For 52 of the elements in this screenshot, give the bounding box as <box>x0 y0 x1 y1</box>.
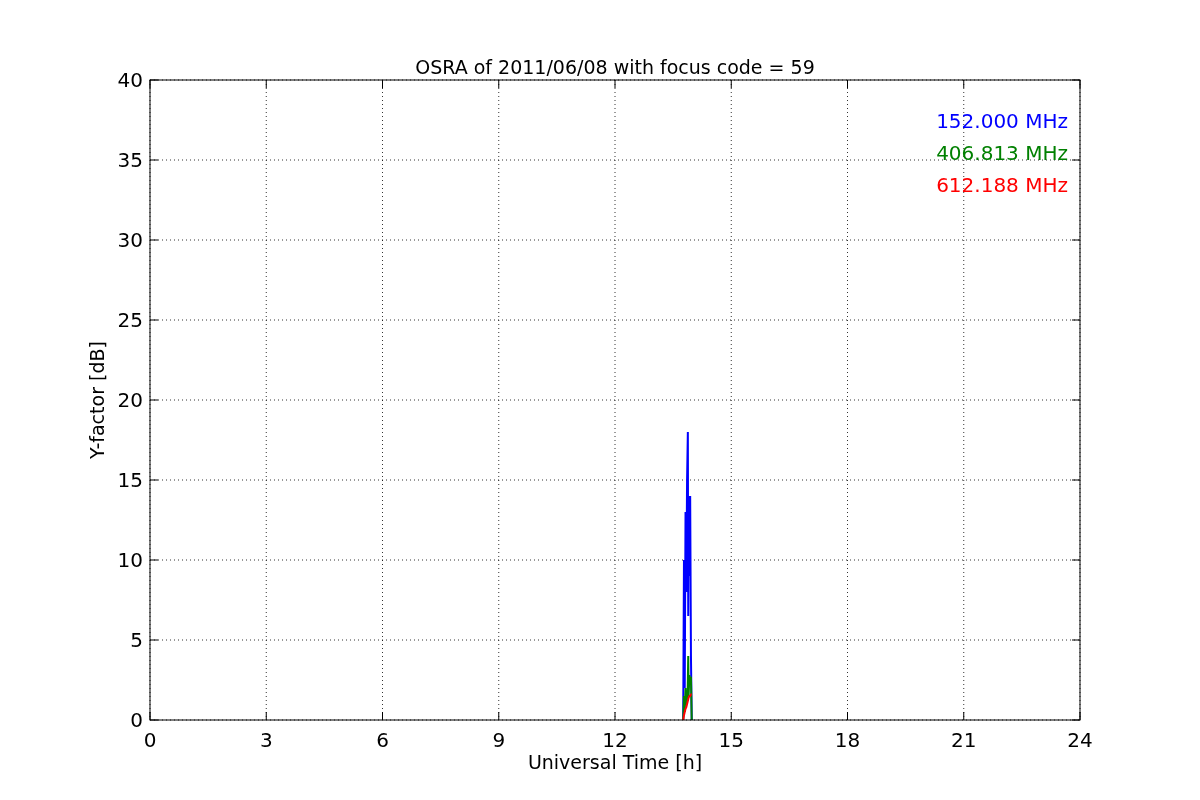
tick-mark <box>1071 639 1081 641</box>
tick-mark <box>498 711 500 721</box>
tick-mark <box>149 639 159 641</box>
chart-title: OSRA of 2011/06/08 with focus code = 59 <box>415 56 815 78</box>
y-tick-label: 35 <box>117 148 143 172</box>
x-tick-label: 6 <box>376 728 389 752</box>
legend-label: 612.188 MHz <box>936 173 1068 197</box>
x-tick-label: 0 <box>143 728 157 752</box>
tick-mark <box>614 79 616 89</box>
x-tick-label: 15 <box>718 728 744 752</box>
y-tick-label: 40 <box>117 68 143 92</box>
tick-mark <box>265 79 267 89</box>
y-tick-label: 10 <box>117 548 143 572</box>
y-tick-label: 0 <box>130 708 143 732</box>
tick-mark <box>149 239 159 241</box>
tick-mark <box>1071 479 1081 481</box>
tick-mark <box>382 79 383 89</box>
tick-mark <box>149 559 159 561</box>
tick-mark <box>963 711 965 721</box>
x-tick-label: 9 <box>492 728 506 752</box>
x-tick-label: 18 <box>834 728 861 752</box>
tick-mark <box>1071 239 1081 241</box>
tick-mark <box>730 79 732 89</box>
tick-mark <box>265 711 267 721</box>
y-tick-label: 25 <box>117 308 143 332</box>
tick-mark <box>847 711 848 721</box>
tick-mark <box>1071 159 1081 161</box>
tick-mark <box>730 711 732 721</box>
y-tick-label: 20 <box>117 388 143 412</box>
x-tick-label: 3 <box>259 728 273 752</box>
legend-label: 406.813 MHz <box>936 141 1068 165</box>
tick-mark <box>149 159 159 161</box>
x-tick-label: 24 <box>1067 728 1093 752</box>
x-axis-label: Universal Time [h] <box>527 751 703 773</box>
tick-mark <box>614 711 616 721</box>
tick-mark <box>498 79 500 89</box>
tick-mark <box>1071 559 1081 561</box>
y-tick-label: 30 <box>117 228 143 252</box>
tick-mark <box>1071 399 1081 401</box>
x-tick-label: 21 <box>951 728 977 752</box>
tick-mark <box>149 319 159 321</box>
tick-mark <box>1071 319 1081 321</box>
tick-mark <box>847 79 848 89</box>
tick-mark <box>963 79 965 89</box>
tick-mark <box>382 711 383 721</box>
x-tick-label: 12 <box>602 728 628 752</box>
y-tick-label: 15 <box>117 468 143 492</box>
y-tick-label: 5 <box>130 628 143 652</box>
tick-mark <box>149 399 159 401</box>
legend-label: 152.000 MHz <box>936 109 1068 133</box>
tick-mark <box>149 479 159 481</box>
y-axis-label: Y-factor [dB] <box>86 341 108 459</box>
